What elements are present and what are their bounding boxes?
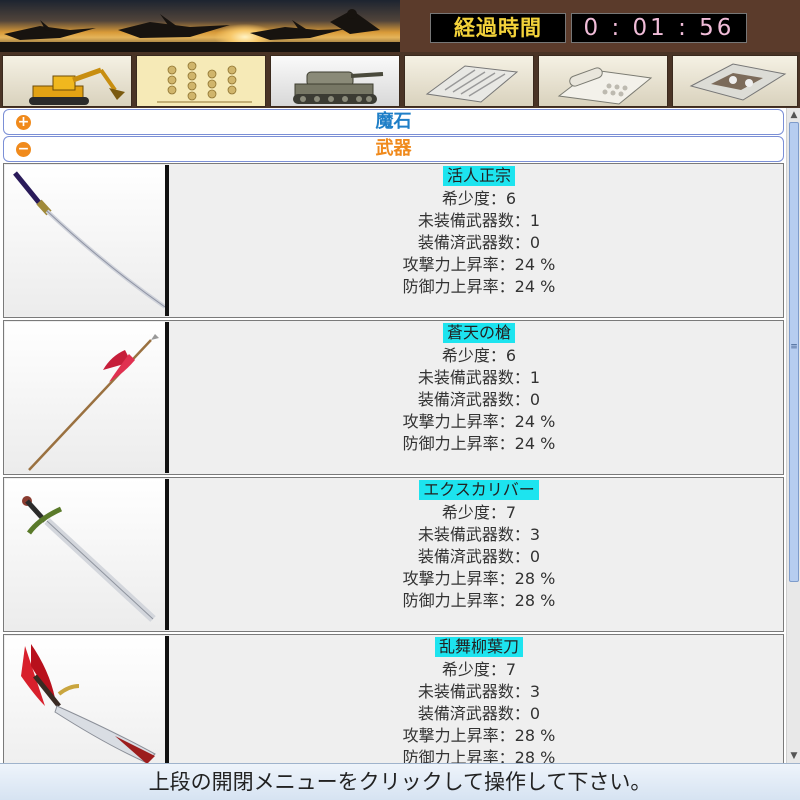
weapon-equipped-count: 装備済武器数：0 xyxy=(417,390,541,409)
scroll-up-arrow-icon[interactable]: ▲ xyxy=(787,108,800,122)
weapon-attack-boost: 攻撃力上昇率：24 % xyxy=(402,412,556,431)
weapon-row[interactable]: 活人正宗 希少度：6 未装備武器数：1 装備済武器数：0 攻撃力上昇率：24 %… xyxy=(3,163,784,318)
weapon-list-panel: + 魔石 − 武器 活人正宗 希少度：6 未装備武器数：1 装備済武器数：0 攻… xyxy=(0,108,786,763)
weapon-attack-boost: 攻撃力上昇率：24 % xyxy=(402,255,556,274)
weapon-equipped-count: 装備済武器数：0 xyxy=(417,233,541,252)
grip-icon: ≡ xyxy=(790,342,798,352)
weapon-name: エクスカリバー xyxy=(419,480,539,500)
weapon-details: 蒼天の槍 希少度：6 未装備武器数：1 装備済武器数：0 攻撃力上昇率：24 %… xyxy=(176,321,782,474)
newspaper-icon xyxy=(425,65,519,103)
katana-icon xyxy=(13,171,167,309)
weapon-defense-boost: 防御力上昇率：28 % xyxy=(402,748,556,763)
weapon-name: 活人正宗 xyxy=(442,166,515,186)
weapon-name: 乱舞柳葉刀 xyxy=(434,637,523,657)
weapon-details: 活人正宗 希少度：6 未装備武器数：1 装備済武器数：0 攻撃力上昇率：24 %… xyxy=(176,164,782,317)
expand-icon[interactable]: + xyxy=(16,115,31,130)
weapon-image xyxy=(5,165,169,316)
vertical-scrollbar[interactable]: ▲ ≡ ▼ xyxy=(786,108,800,763)
weapon-row[interactable]: 蒼天の槍 希少度：6 未装備武器数：1 装備済武器数：0 攻撃力上昇率：24 %… xyxy=(3,320,784,475)
section-header-weapons[interactable]: − 武器 xyxy=(3,136,784,162)
weapon-image xyxy=(5,322,169,473)
weapon-image xyxy=(5,479,169,630)
elapsed-time-value: 0 : 01 : 56 xyxy=(571,13,747,43)
instruction-text: 上段の開閉メニューをクリックして操作して下さい。 xyxy=(148,770,652,794)
weapon-unequipped-count: 未装備武器数：1 xyxy=(417,211,541,230)
toolbar-button-abacus[interactable] xyxy=(136,55,266,107)
weapon-attack-boost: 攻撃力上昇率：28 % xyxy=(402,726,556,745)
weapon-name: 蒼天の槍 xyxy=(442,323,515,343)
weapon-attack-boost: 攻撃力上昇率：28 % xyxy=(402,569,556,588)
excavator-icon xyxy=(29,67,125,105)
weapon-row[interactable]: 乱舞柳葉刀 希少度：7 未装備武器数：3 装備済武器数：0 攻撃力上昇率：28 … xyxy=(3,634,784,763)
jets-silhouette-icon xyxy=(0,9,400,52)
toolbar-button-telephone[interactable] xyxy=(538,55,668,107)
weapon-equipped-count: 装備済武器数：0 xyxy=(417,547,541,566)
collapse-icon[interactable]: − xyxy=(16,142,31,157)
longsword-icon xyxy=(22,496,156,622)
weapon-defense-boost: 防御力上昇率：24 % xyxy=(402,277,556,296)
section-title-weapons: 武器 xyxy=(375,138,412,159)
header: 経過時間 0 : 01 : 56 xyxy=(0,0,800,52)
weapon-rarity: 希少度：6 xyxy=(441,346,517,365)
telephone-icon xyxy=(557,67,653,105)
toolbar-button-cassette[interactable] xyxy=(672,55,798,107)
elapsed-time-label: 経過時間 xyxy=(430,13,566,43)
scroll-down-arrow-icon[interactable]: ▼ xyxy=(787,749,800,763)
weapon-unequipped-count: 未装備武器数：3 xyxy=(417,682,541,701)
weapon-unequipped-count: 未装備武器数：1 xyxy=(417,368,541,387)
section-header-magic-stones[interactable]: + 魔石 xyxy=(3,109,784,135)
weapon-rarity: 希少度：7 xyxy=(441,503,517,522)
instruction-bar: 上段の開閉メニューをクリックして操作して下さい。 xyxy=(0,763,800,800)
weapon-equipped-count: 装備済武器数：0 xyxy=(417,704,541,723)
weapon-image xyxy=(5,636,169,763)
weapon-row[interactable]: エクスカリバー 希少度：7 未装備武器数：3 装備済武器数：0 攻撃力上昇率：2… xyxy=(3,477,784,632)
weapon-rarity: 希少度：7 xyxy=(441,660,517,679)
weapon-details: 乱舞柳葉刀 希少度：7 未装備武器数：3 装備済武器数：0 攻撃力上昇率：28 … xyxy=(176,635,782,763)
weapon-defense-boost: 防御力上昇率：24 % xyxy=(402,434,556,453)
toolbar-button-newspaper[interactable] xyxy=(404,55,534,107)
weapon-rarity: 希少度：6 xyxy=(441,189,517,208)
category-toolbar xyxy=(0,52,800,108)
saber-icon xyxy=(21,644,156,763)
weapon-details: エクスカリバー 希少度：7 未装備武器数：3 装備済武器数：0 攻撃力上昇率：2… xyxy=(176,478,782,631)
weapon-unequipped-count: 未装備武器数：3 xyxy=(417,525,541,544)
weapon-defense-boost: 防御力上昇率：28 % xyxy=(402,591,556,610)
cassette-tape-icon xyxy=(689,63,787,101)
section-title-magic-stones: 魔石 xyxy=(375,111,412,132)
abacus-icon xyxy=(157,61,252,103)
toolbar-button-excavator[interactable] xyxy=(2,55,132,107)
fighter-jets-banner xyxy=(0,0,400,52)
tank-icon xyxy=(293,71,384,104)
toolbar-button-tank[interactable] xyxy=(270,55,400,107)
scrollbar-thumb[interactable]: ≡ xyxy=(789,122,799,582)
spear-icon xyxy=(28,334,159,471)
